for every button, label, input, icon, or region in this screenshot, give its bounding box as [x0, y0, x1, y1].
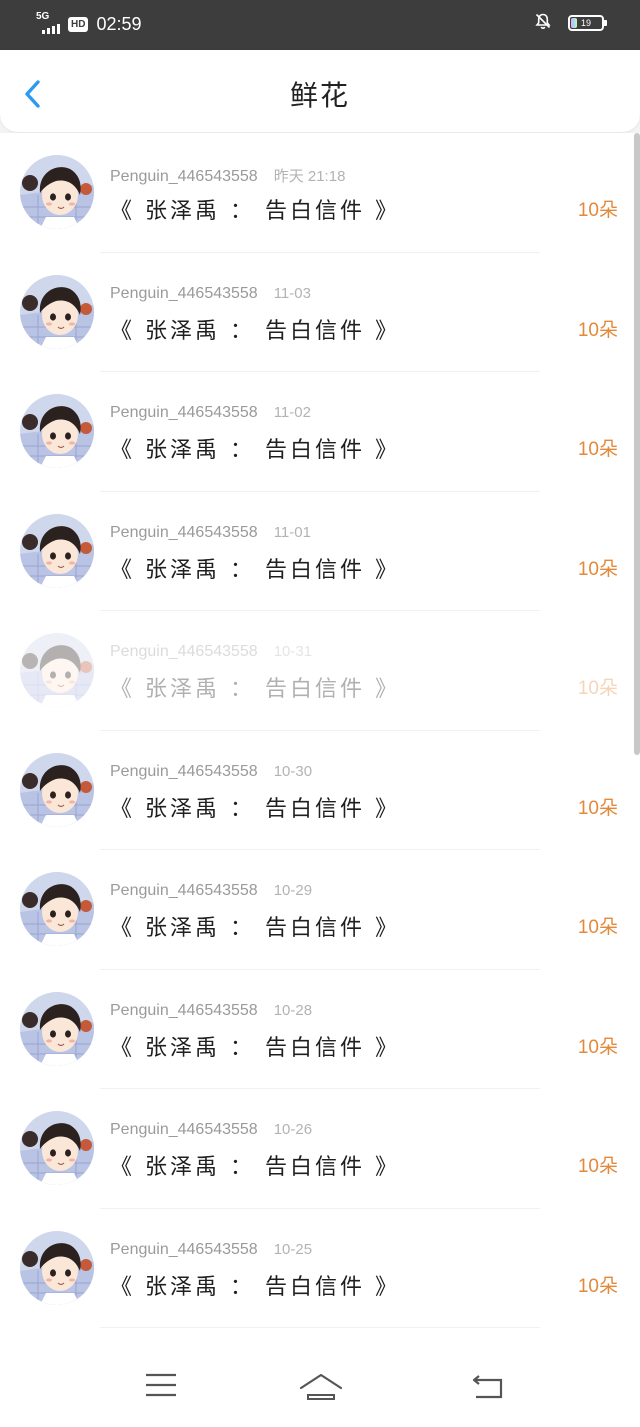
flower-count: 10朵	[577, 439, 618, 460]
item-title: 《 张泽禹 ： 告白信件 》	[110, 318, 400, 344]
item-time: 11-02	[273, 404, 311, 421]
status-bar: 5G HD 02:59 19	[0, 0, 640, 50]
avatar[interactable]	[20, 872, 94, 946]
username: Penguin_446543558	[110, 882, 258, 899]
username: Penguin_446543558	[110, 1001, 258, 1019]
flower-count: 10朵	[577, 1036, 618, 1058]
username-line: Penguin_446543558 11-03	[110, 285, 311, 303]
username: Penguin_446543558	[110, 523, 258, 541]
clock: 02:59	[96, 13, 142, 34]
username: Penguin_446543558	[110, 404, 258, 421]
item-time: 10-29	[273, 882, 313, 899]
menu-button[interactable]	[144, 1372, 178, 1400]
list-item[interactable]: Penguin_446543558 11-01 《 张泽禹 ： 告白信件 》 10朵	[0, 492, 640, 612]
list-item[interactable]: Penguin_446543558 10-28 《 张泽禹 ： 告白信件 》 10朵	[0, 970, 640, 1090]
item-title: 《 张泽禹 ： 告白信件 》	[110, 199, 400, 224]
flower-count: 10朵	[577, 200, 618, 221]
alarm-off-icon	[534, 12, 552, 34]
item-time: 10-25	[273, 1240, 313, 1258]
cellular-signal-icon: 5G	[36, 12, 66, 36]
network-type: 5G	[36, 11, 50, 22]
username: Penguin_446543558	[110, 168, 258, 185]
flower-count: 10朵	[577, 1275, 618, 1297]
list-item[interactable]: Penguin_446543558 昨天 21:18 《 张泽禹 ： 告白信件 》 1…	[0, 133, 640, 253]
item-title: 《 张泽禹 ： 告白信件 》	[110, 1035, 400, 1061]
avatar[interactable]	[20, 991, 94, 1066]
item-title: 《 张泽禹 ： 告白信件 》	[110, 677, 400, 702]
username-line: Penguin_446543558 11-01	[110, 524, 311, 542]
avatar[interactable]	[20, 633, 94, 707]
list-item[interactable]: Penguin_446543558 10-26 《 张泽禹 ： 告白信件 》 10朵	[0, 1089, 640, 1209]
username-line: Penguin_446543558 11-02	[110, 404, 311, 422]
flower-count: 10朵	[577, 1156, 618, 1177]
battery-text: 19	[580, 18, 591, 28]
flower-count: 10朵	[577, 797, 618, 819]
list-item[interactable]: Penguin_446543558 10-29 《 张泽禹 ： 告白信件 》 10朵	[0, 850, 640, 970]
item-title: 《 张泽禹 ： 告白信件 》	[110, 796, 400, 822]
avatar[interactable]	[20, 513, 94, 588]
item-title: 《 张泽禹 ： 告白信件 》	[110, 1274, 400, 1300]
avatar[interactable]	[20, 1230, 94, 1305]
list-item[interactable]: Penguin_446543558 10-25 《 张泽禹 ： 告白信件 》 10朵	[0, 1209, 640, 1329]
item-time: 10-26	[273, 1121, 313, 1138]
list-item[interactable]: Penguin_446543558 11-03 《 张泽禹 ： 告白信件 》 10朵	[0, 253, 640, 373]
username-line: Penguin_446543558 10-30	[110, 763, 312, 781]
avatar[interactable]	[20, 155, 94, 229]
status-left: 5G HD 02:59	[36, 10, 142, 38]
username: Penguin_446543558	[110, 284, 258, 302]
list-item[interactable]: Penguin_446543558 11-02 《 张泽禹 ： 告白信件 》 10朵	[0, 372, 640, 492]
bottom-nav	[0, 1328, 640, 1427]
item-time: 10-30	[273, 762, 313, 780]
home-button[interactable]	[298, 1372, 344, 1402]
list-item[interactable]: Penguin_446543558 10-30 《 张泽禹 ： 告白信件 》 10朵	[0, 731, 640, 851]
flower-count: 10朵	[577, 917, 618, 938]
back-arrow-icon	[470, 1372, 506, 1400]
flower-count: 10朵	[577, 319, 618, 341]
username: Penguin_446543558	[110, 1240, 258, 1258]
username-line: Penguin_446543558 10-28	[110, 1002, 312, 1020]
item-title: 《 张泽禹 ： 告白信件 》	[110, 916, 400, 941]
header: 鲜花	[0, 50, 640, 132]
avatar[interactable]	[20, 752, 94, 827]
username-line: Penguin_446543558 昨天 21:18	[110, 165, 345, 186]
username: Penguin_446543558	[110, 762, 258, 780]
item-time: 10-31	[273, 643, 313, 660]
hd-badge: HD	[68, 16, 89, 32]
username-line: Penguin_446543558 10-25	[110, 1241, 312, 1259]
username-line: Penguin_446543558 10-26	[110, 1121, 312, 1139]
status-right: 19	[534, 12, 607, 34]
system-back-button[interactable]	[470, 1372, 506, 1400]
flower-count: 10朵	[577, 558, 618, 580]
item-title: 《 张泽禹 ： 告白信件 》	[110, 557, 400, 583]
battery-icon: 19	[568, 15, 607, 31]
page-title: 鲜花	[289, 79, 350, 112]
flower-count: 10朵	[577, 678, 618, 699]
item-title: 《 张泽禹 ： 告白信件 》	[110, 1155, 400, 1180]
item-title: 《 张泽禹 ： 告白信件 》	[110, 438, 400, 463]
scrollbar[interactable]	[634, 133, 640, 755]
username: Penguin_446543558	[110, 1121, 258, 1138]
item-time: 10-28	[273, 1001, 313, 1019]
list-item[interactable]: Penguin_446543558 10-31 《 张泽禹 ： 告白信件 》 10朵	[0, 611, 640, 731]
menu-icon	[144, 1372, 178, 1400]
home-icon	[298, 1372, 344, 1402]
avatar[interactable]	[20, 274, 94, 349]
username: Penguin_446543558	[110, 643, 258, 660]
flower-list[interactable]: Penguin_446543558 昨天 21:18 《 张泽禹 ： 告白信件 》 1…	[0, 133, 640, 1328]
item-time: 11-01	[273, 523, 311, 541]
username-line: Penguin_446543558 10-29	[110, 882, 312, 900]
avatar[interactable]	[20, 1111, 94, 1185]
item-time: 11-03	[273, 284, 311, 302]
item-time: 昨天 21:18	[273, 168, 346, 185]
username-line: Penguin_446543558 10-31	[110, 643, 312, 661]
avatar[interactable]	[20, 394, 94, 468]
